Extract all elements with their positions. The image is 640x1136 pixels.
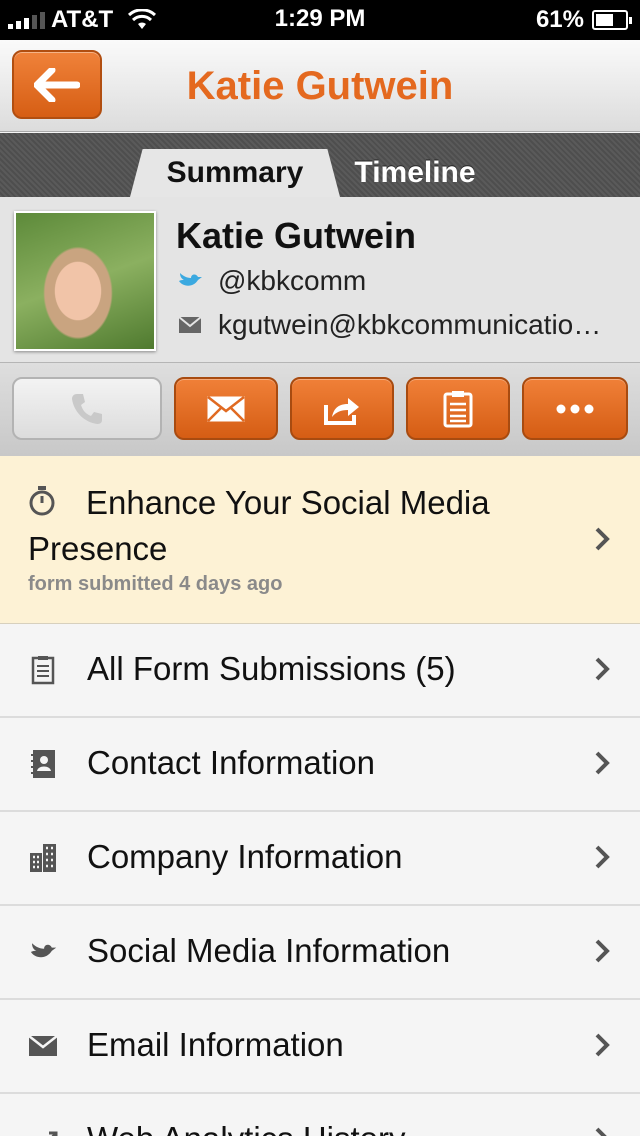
share-button[interactable] <box>290 377 394 440</box>
more-icon <box>556 404 594 413</box>
chevron-right-icon <box>595 939 610 963</box>
page-title: Katie Gutwein <box>186 64 454 108</box>
call-button[interactable] <box>12 377 162 440</box>
recent-activity-item[interactable]: Enhance Your Social Media Presence form … <box>0 456 640 624</box>
twitter-handle: @kbkcomm <box>218 265 367 296</box>
email-address: kgutwein@kbkcommunicatio… <box>218 309 602 340</box>
status-right: 61% <box>535 6 632 34</box>
tab-summary[interactable]: Summary <box>130 149 340 197</box>
twitter-bird-icon <box>176 269 204 293</box>
analytics-icon <box>28 1124 58 1136</box>
status-bar: AT&T 1:29 PM 61% <box>0 0 640 40</box>
more-button[interactable] <box>522 377 628 440</box>
list-item-label: Company Information <box>87 838 403 875</box>
chevron-right-icon <box>595 1033 610 1057</box>
chevron-right-icon <box>595 845 610 869</box>
email-row[interactable]: kgutwein@kbkcommunicatio… <box>176 309 601 341</box>
envelope-icon <box>176 313 204 337</box>
list-item-form-submissions[interactable]: All Form Submissions (5) <box>0 624 640 718</box>
bird-icon <box>28 936 58 968</box>
notes-icon <box>443 390 473 427</box>
chevron-right-icon <box>595 751 610 775</box>
profile-name: Katie Gutwein <box>176 215 417 256</box>
mail-icon <box>207 395 245 422</box>
list-item-label: Web Analytics History <box>87 1120 406 1136</box>
notes-button[interactable] <box>406 377 510 440</box>
tab-bar: Summary Timeline <box>0 133 640 197</box>
list-item-label: Email Information <box>87 1026 344 1063</box>
battery-percent: 61% <box>535 6 584 33</box>
activity-title: Enhance Your Social Media Presence <box>28 484 490 567</box>
chevron-right-icon <box>595 527 610 551</box>
avatar <box>14 211 156 351</box>
list-item-social-media-information[interactable]: Social Media Information <box>0 906 640 1000</box>
chevron-right-icon <box>595 657 610 681</box>
navigation-bar: Katie Gutwein <box>0 40 640 132</box>
list-item-web-analytics-history[interactable]: Web Analytics History <box>0 1094 640 1136</box>
form-icon <box>28 654 58 686</box>
envelope-icon <box>28 1030 58 1062</box>
tab-timeline[interactable]: Timeline <box>345 149 485 197</box>
phone-icon <box>72 393 102 424</box>
list-item-email-information[interactable]: Email Information <box>0 1000 640 1094</box>
contact-book-icon <box>28 748 58 780</box>
list-item-contact-information[interactable]: Contact Information <box>0 718 640 812</box>
profile-header: Katie Gutwein @kbkcomm kgutwein@kbkcommu… <box>0 197 640 362</box>
list-item-label: Social Media Information <box>87 932 451 969</box>
building-icon <box>28 842 58 874</box>
list-item-company-information[interactable]: Company Information <box>0 812 640 906</box>
action-bar <box>0 362 640 456</box>
list-item-label: Contact Information <box>87 744 375 781</box>
twitter-handle-row[interactable]: @kbkcomm <box>176 265 366 297</box>
activity-meta: form submitted 4 days ago <box>28 573 283 595</box>
list-item-label: All Form Submissions (5) <box>87 650 456 687</box>
email-button[interactable] <box>174 377 278 440</box>
battery-icon <box>592 10 632 30</box>
chevron-right-icon <box>595 1127 607 1136</box>
share-icon <box>324 397 359 425</box>
